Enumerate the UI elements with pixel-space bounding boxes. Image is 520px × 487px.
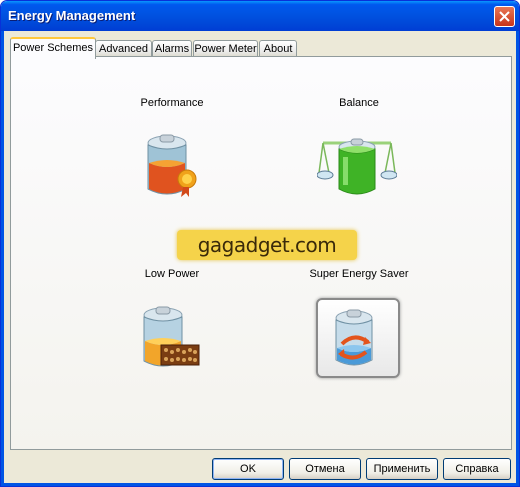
close-button[interactable] [494,6,515,27]
battery-super-saver-icon [335,309,373,366]
window-title: Energy Management [8,8,136,23]
window-frame-left [1,31,4,486]
battery-performance-icon[interactable] [145,133,201,199]
ok-button[interactable]: OK [212,458,284,480]
scheme-label-performance: Performance [140,97,204,109]
help-button[interactable]: Справка [443,458,511,480]
title-bar[interactable]: Energy Management [1,1,519,31]
battery-balance-icon[interactable] [317,129,397,199]
power-schemes-panel: Performance Balance gagadget.com Low Pow… [10,56,512,450]
close-icon [499,11,510,22]
apply-button[interactable]: Применить [366,458,438,480]
tab-power-schemes[interactable]: Power Schemes [10,37,96,59]
cancel-button[interactable]: Отмена [289,458,361,480]
scheme-label-super-energy-saver: Super Energy Saver [309,268,409,280]
energy-management-window: Energy Management Power Schemes Advanced… [0,0,520,487]
battery-low-power-icon[interactable] [139,305,201,373]
window-frame-bottom [1,483,519,486]
scheme-label-balance: Balance [339,97,379,109]
window-frame-right [516,31,519,486]
selected-scheme-frame[interactable] [316,298,400,378]
scheme-label-low-power: Low Power [144,268,200,280]
watermark: gagadget.com [177,230,357,260]
